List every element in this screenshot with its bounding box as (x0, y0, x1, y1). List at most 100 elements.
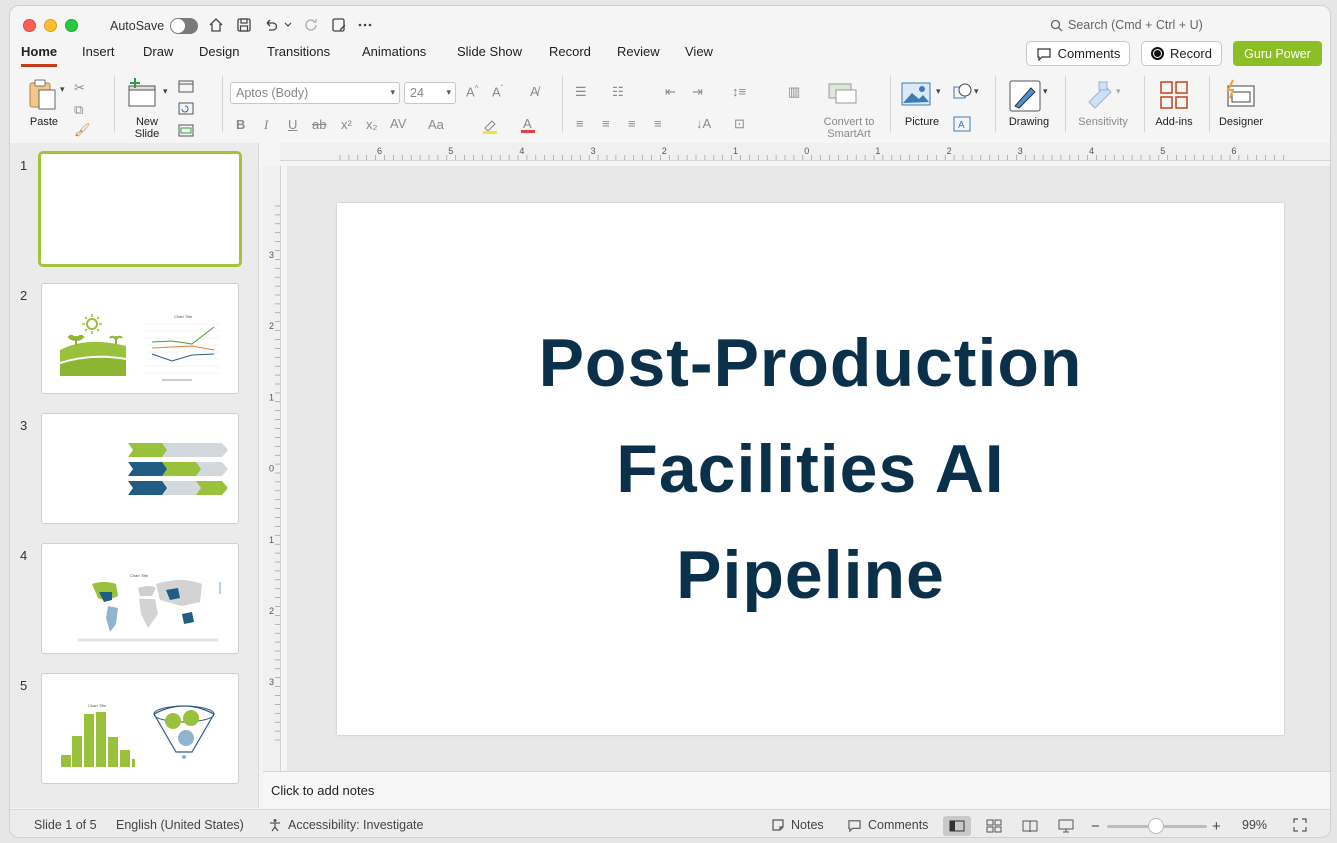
increase-font-size-icon[interactable]: A^ (466, 84, 478, 99)
notes-toggle[interactable]: Notes (771, 818, 824, 832)
tab-slide-show[interactable]: Slide Show (457, 44, 522, 64)
bold-icon[interactable]: B (236, 117, 245, 132)
zoom-out-button[interactable]: − (1091, 818, 1100, 835)
slide-thumbnail-1[interactable] (38, 151, 242, 267)
layout-icon[interactable] (178, 80, 194, 96)
shapes-icon[interactable] (953, 82, 973, 103)
underline-icon[interactable]: U (288, 117, 297, 132)
picture-dropdown-icon[interactable]: ▾ (936, 86, 941, 97)
text-direction-icon[interactable]: ↓A (696, 116, 711, 131)
save-icon[interactable] (235, 16, 253, 34)
tab-review[interactable]: Review (617, 44, 660, 64)
new-slide-label-2: Slide (134, 128, 160, 140)
language-status[interactable]: English (United States) (116, 818, 244, 832)
redo-icon[interactable] (302, 16, 320, 34)
reset-icon[interactable] (178, 102, 194, 118)
comments-toggle-label: Comments (868, 818, 929, 832)
more-icon[interactable] (356, 16, 374, 34)
comments-toggle[interactable]: Comments (847, 818, 928, 832)
tab-home[interactable]: Home (21, 44, 58, 67)
tab-view[interactable]: View (685, 44, 713, 64)
zoom-window-button[interactable] (65, 19, 78, 32)
decrease-font-size-icon[interactable]: Aˇ (492, 84, 503, 99)
search-box[interactable]: Search (Cmd + Ctrl + U) (1050, 18, 1203, 32)
section-icon[interactable] (178, 124, 194, 140)
clear-formatting-icon[interactable]: A̸ (530, 84, 539, 99)
numbering-icon[interactable]: ☷ (612, 84, 624, 100)
tab-animations[interactable]: Animations (362, 44, 426, 64)
slide-thumbnail-3[interactable] (41, 413, 239, 524)
font-color-icon[interactable]: A (520, 116, 536, 137)
align-right-icon[interactable]: ≡ (628, 116, 636, 131)
tab-record[interactable]: Record (549, 44, 591, 64)
addins-icon[interactable] (1159, 80, 1189, 113)
fit-to-window-button[interactable] (1293, 818, 1307, 832)
align-center-icon[interactable]: ≡ (602, 116, 610, 131)
slide-thumbnail-5[interactable]: Chart Title (41, 673, 239, 784)
accessibility-status[interactable]: Accessibility: Investigate (268, 818, 423, 832)
sensitivity-icon[interactable] (1085, 80, 1115, 113)
save-as-icon[interactable] (330, 16, 348, 34)
subscript-icon[interactable]: x₂ (366, 117, 378, 132)
superscript-icon[interactable]: x² (341, 117, 352, 132)
justify-icon[interactable]: ≡ (654, 116, 662, 131)
guru-power-button[interactable]: Guru Power (1233, 41, 1322, 66)
slide-thumbnail-4[interactable]: Chart Title (41, 543, 239, 654)
zoom-level[interactable]: 99% (1242, 818, 1267, 832)
autosave-toggle[interactable] (170, 18, 198, 34)
strikethrough-icon[interactable]: ab (312, 117, 326, 132)
shapes-dropdown-icon[interactable]: ▾ (974, 86, 979, 97)
align-left-icon[interactable]: ≡ (576, 116, 584, 131)
tab-transitions[interactable]: Transitions (267, 44, 330, 64)
format-painter-icon[interactable]: 🖌 (74, 122, 91, 138)
slide-show-button[interactable] (1052, 816, 1080, 836)
copy-icon[interactable]: ⧉ (74, 102, 83, 118)
tab-design[interactable]: Design (199, 44, 239, 64)
cut-icon[interactable]: ✂ (74, 80, 85, 96)
text-box-icon[interactable]: A (953, 116, 971, 135)
new-slide-icon[interactable] (127, 78, 159, 111)
svg-text:A: A (958, 120, 965, 131)
font-name-select[interactable]: Aptos (Body) ▾ (230, 82, 400, 104)
designer-icon[interactable] (1224, 78, 1256, 113)
undo-dropdown-icon[interactable] (282, 16, 294, 34)
columns-icon[interactable]: ▥ (788, 84, 800, 100)
italic-icon[interactable]: I (264, 117, 268, 133)
align-text-icon[interactable]: ⊡ (734, 116, 745, 132)
drawing-icon[interactable] (1009, 80, 1041, 115)
reading-view-button[interactable] (1016, 816, 1044, 836)
ruler-label: 1 (269, 535, 274, 545)
tab-insert[interactable]: Insert (82, 44, 115, 64)
change-case-icon[interactable]: Aa (428, 117, 444, 132)
smartart-icon[interactable] (828, 82, 858, 107)
character-spacing-icon[interactable]: AV (390, 116, 406, 131)
slide-sorter-button[interactable] (980, 816, 1008, 836)
minimize-window-button[interactable] (44, 19, 57, 32)
home-icon[interactable] (207, 16, 225, 34)
new-slide-dropdown-icon[interactable]: ▾ (163, 86, 168, 97)
zoom-slider-knob[interactable] (1148, 818, 1164, 834)
record-button[interactable]: Record (1141, 41, 1222, 66)
highlight-icon[interactable] (482, 118, 498, 137)
notes-pane[interactable]: Click to add notes (263, 771, 1330, 808)
increase-indent-icon[interactable]: ⇥ (692, 84, 703, 100)
drawing-dropdown-icon[interactable]: ▾ (1043, 86, 1048, 97)
slide-title[interactable]: Post-Production Facilities AI Pipeline (491, 310, 1131, 628)
picture-icon[interactable] (901, 82, 931, 109)
undo-icon[interactable] (262, 16, 280, 34)
normal-view-button[interactable] (943, 816, 971, 836)
tab-draw[interactable]: Draw (143, 44, 173, 64)
paste-dropdown-icon[interactable]: ▾ (60, 84, 65, 95)
font-size-select[interactable]: 24 ▾ (404, 82, 456, 104)
sensitivity-dropdown-icon[interactable]: ▾ (1116, 86, 1121, 97)
bullets-icon[interactable]: ☰ (575, 84, 587, 100)
current-slide[interactable]: Post-Production Facilities AI Pipeline (337, 203, 1284, 735)
comments-button[interactable]: Comments (1026, 41, 1130, 66)
paste-icon[interactable] (26, 78, 60, 115)
slide-thumbnail-2[interactable]: Chart Title (41, 283, 239, 394)
powerpoint-window: AutoSave Search (Cmd + Ctrl + U) Home In… (9, 5, 1331, 838)
decrease-indent-icon[interactable]: ⇤ (665, 84, 676, 100)
close-window-button[interactable] (23, 19, 36, 32)
line-spacing-icon[interactable]: ↕≡ (732, 84, 746, 99)
zoom-in-button[interactable]: + (1212, 818, 1221, 835)
